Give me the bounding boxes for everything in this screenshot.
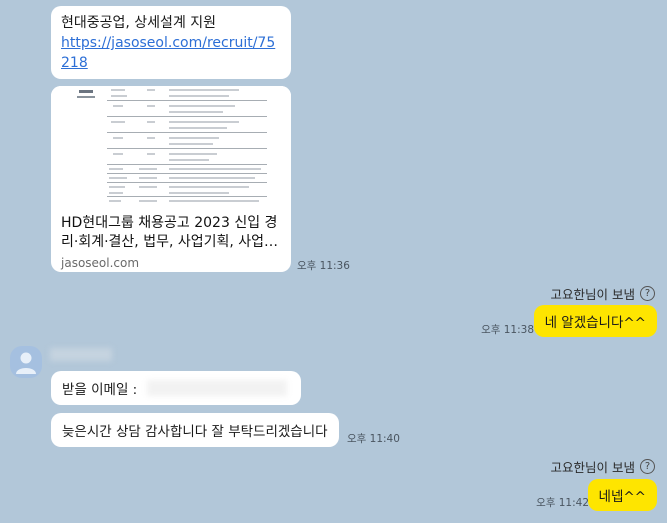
message-time: 오후 11:40 (347, 433, 400, 445)
document-thumbnail-icon (51, 86, 291, 206)
incoming-message-text: 받을 이메일 : (62, 382, 138, 398)
link-message-text: 현대중공업, 상세설계 지원 (61, 15, 217, 31)
preview-title: HD현대그룹 채용공고 2023 신입 경리·회계·결산, 법무, 사업기획, … (61, 215, 278, 250)
message-time: 오후 11:38 (481, 324, 534, 336)
default-profile-avatar-icon (16, 352, 36, 374)
sender-name-blurred (50, 348, 112, 361)
incoming-message-bubble: 늦은시간 상담 감사합니다 잘 부탁드리겠습니다 (51, 413, 339, 447)
incoming-message-text: 늦은시간 상담 감사합니다 잘 부탁드리겠습니다 (62, 424, 328, 440)
my-message-text: 네 알겠습니다^^ (544, 315, 646, 331)
sender-label: 고요한님이 보냄 ? (551, 284, 655, 303)
avatar[interactable] (10, 346, 42, 378)
recruit-link[interactable]: https://jasoseol.com/recruit/75218 (61, 33, 281, 73)
redacted-email (147, 380, 288, 396)
my-message-text: 네넵^^ (598, 489, 646, 505)
my-message-bubble: 네 알겠습니다^^ (533, 305, 657, 337)
preview-domain: jasoseol.com (61, 256, 140, 270)
incoming-message-bubble: 받을 이메일 : (51, 371, 301, 405)
sender-name: 고요한님이 보냄 (550, 287, 635, 302)
sender-name: 고요한님이 보냄 (550, 460, 635, 475)
message-time: 오후 11:42 (536, 497, 589, 509)
link-preview-card[interactable]: HD현대그룹 채용공고 2023 신입 경리·회계·결산, 법무, 사업기획, … (51, 86, 291, 272)
preview-thumbnail (51, 86, 291, 206)
help-icon[interactable]: ? (640, 286, 655, 301)
message-time: 오후 11:36 (297, 260, 350, 272)
my-message-bubble: 네넵^^ (587, 479, 657, 511)
link-message-bubble: 현대중공업, 상세설계 지원 https://jasoseol.com/recr… (51, 6, 291, 79)
help-icon[interactable]: ? (640, 459, 655, 474)
sender-label: 고요한님이 보냄 ? (551, 457, 655, 476)
